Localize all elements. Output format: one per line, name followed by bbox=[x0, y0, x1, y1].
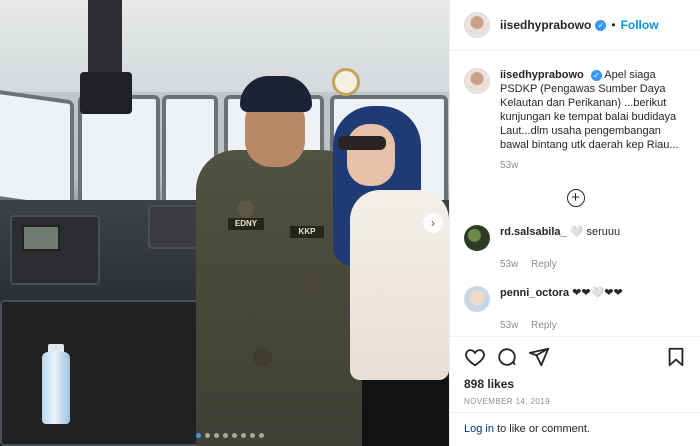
reply-button[interactable]: Reply bbox=[531, 320, 557, 331]
comment-bubble-icon[interactable] bbox=[496, 346, 518, 368]
comment-time[interactable]: 53w bbox=[500, 320, 518, 331]
uniform-agency-tag: KKP bbox=[290, 226, 324, 238]
commenter-avatar[interactable] bbox=[464, 286, 490, 312]
beret bbox=[240, 76, 312, 112]
comment-username[interactable]: rd.salsabila_ bbox=[500, 226, 567, 238]
periscope-base bbox=[80, 72, 132, 114]
action-icons bbox=[464, 345, 687, 369]
carousel-dot bbox=[250, 433, 255, 438]
carousel-dots bbox=[196, 433, 264, 438]
verified-badge-icon: ✓ bbox=[595, 19, 607, 31]
caption-time[interactable]: 53w bbox=[500, 160, 518, 171]
caption-username[interactable]: iisedhyprabowo bbox=[500, 69, 584, 81]
water-bottle bbox=[42, 352, 70, 424]
follow-button[interactable]: Follow bbox=[621, 18, 659, 32]
uniform-name-tag: EDNY bbox=[228, 218, 264, 230]
verified-badge-icon: ✓ bbox=[590, 70, 602, 81]
post-actions: 898 likes NOVEMBER 14, 2019 bbox=[450, 336, 700, 406]
carousel-dot bbox=[223, 433, 228, 438]
bookmark-icon[interactable] bbox=[665, 346, 687, 368]
comment-body: ❤❤🤍❤❤ bbox=[572, 287, 623, 299]
caption-meta: 53w bbox=[500, 160, 687, 171]
plus-circle-icon[interactable]: + bbox=[566, 189, 585, 207]
comment-item: rd.salsabila_ 🤍 seruuu 53w Reply bbox=[464, 225, 687, 270]
login-prompt: Log in to like or comment. bbox=[450, 412, 700, 446]
chevron-right-icon: › bbox=[431, 216, 435, 230]
ceiling bbox=[0, 0, 449, 92]
wall-clock bbox=[332, 68, 360, 96]
author-username[interactable]: iisedhyprabowo bbox=[500, 18, 591, 32]
comment-text: penni_octora ❤❤🤍❤❤ bbox=[500, 286, 623, 300]
post-date[interactable]: NOVEMBER 14, 2019 bbox=[464, 397, 687, 406]
comment-item: penni_octora ❤❤🤍❤❤ 53w Reply bbox=[464, 286, 687, 331]
comment-text: rd.salsabila_ 🤍 seruuu bbox=[500, 225, 620, 239]
post-photo[interactable]: EDNY KKP › bbox=[0, 0, 449, 446]
login-prompt-text: to like or comment. bbox=[493, 423, 590, 435]
carousel-dot bbox=[214, 433, 219, 438]
post-header: iisedhyprabowo ✓ • Follow bbox=[450, 0, 700, 51]
comment-time[interactable]: 53w bbox=[500, 259, 518, 270]
carousel-dot bbox=[196, 433, 201, 438]
carousel-dot bbox=[259, 433, 264, 438]
carousel-dot bbox=[232, 433, 237, 438]
sunglasses bbox=[338, 136, 386, 150]
post-side-panel: iisedhyprabowo ✓ • Follow iisedhyprabowo… bbox=[449, 0, 700, 446]
heart-icon[interactable] bbox=[464, 346, 486, 368]
commenter-avatar[interactable] bbox=[464, 225, 490, 251]
paper-plane-icon[interactable] bbox=[528, 346, 550, 368]
comment-body: 🤍 seruuu bbox=[569, 226, 621, 238]
author-avatar[interactable] bbox=[464, 68, 490, 94]
bridge-window bbox=[0, 89, 74, 211]
instrument-screen bbox=[22, 225, 60, 251]
likes-count[interactable]: 898 likes bbox=[464, 377, 687, 391]
carousel-dot bbox=[205, 433, 210, 438]
caption-block: iisedhyprabowo ✓ Apel siaga PSDKP (Penga… bbox=[464, 68, 687, 171]
comment-meta: 53w Reply bbox=[500, 259, 687, 270]
carousel-next-button[interactable]: › bbox=[423, 213, 443, 233]
comment-meta: 53w Reply bbox=[500, 320, 687, 331]
header-separator: • bbox=[611, 18, 616, 32]
caption-body: Apel siaga PSDKP (Pengawas Sumber Daya K… bbox=[500, 69, 679, 151]
comments-area: iisedhyprabowo ✓ Apel siaga PSDKP (Penga… bbox=[450, 52, 700, 335]
author-avatar[interactable] bbox=[464, 12, 490, 38]
caption-text: iisedhyprabowo ✓ Apel siaga PSDKP (Penga… bbox=[500, 68, 687, 152]
carousel-dot bbox=[241, 433, 246, 438]
login-link[interactable]: Log in bbox=[464, 423, 494, 435]
woman-face bbox=[347, 124, 395, 186]
reply-button[interactable]: Reply bbox=[531, 259, 557, 270]
console bbox=[0, 300, 200, 446]
comment-username[interactable]: penni_octora bbox=[500, 287, 569, 299]
